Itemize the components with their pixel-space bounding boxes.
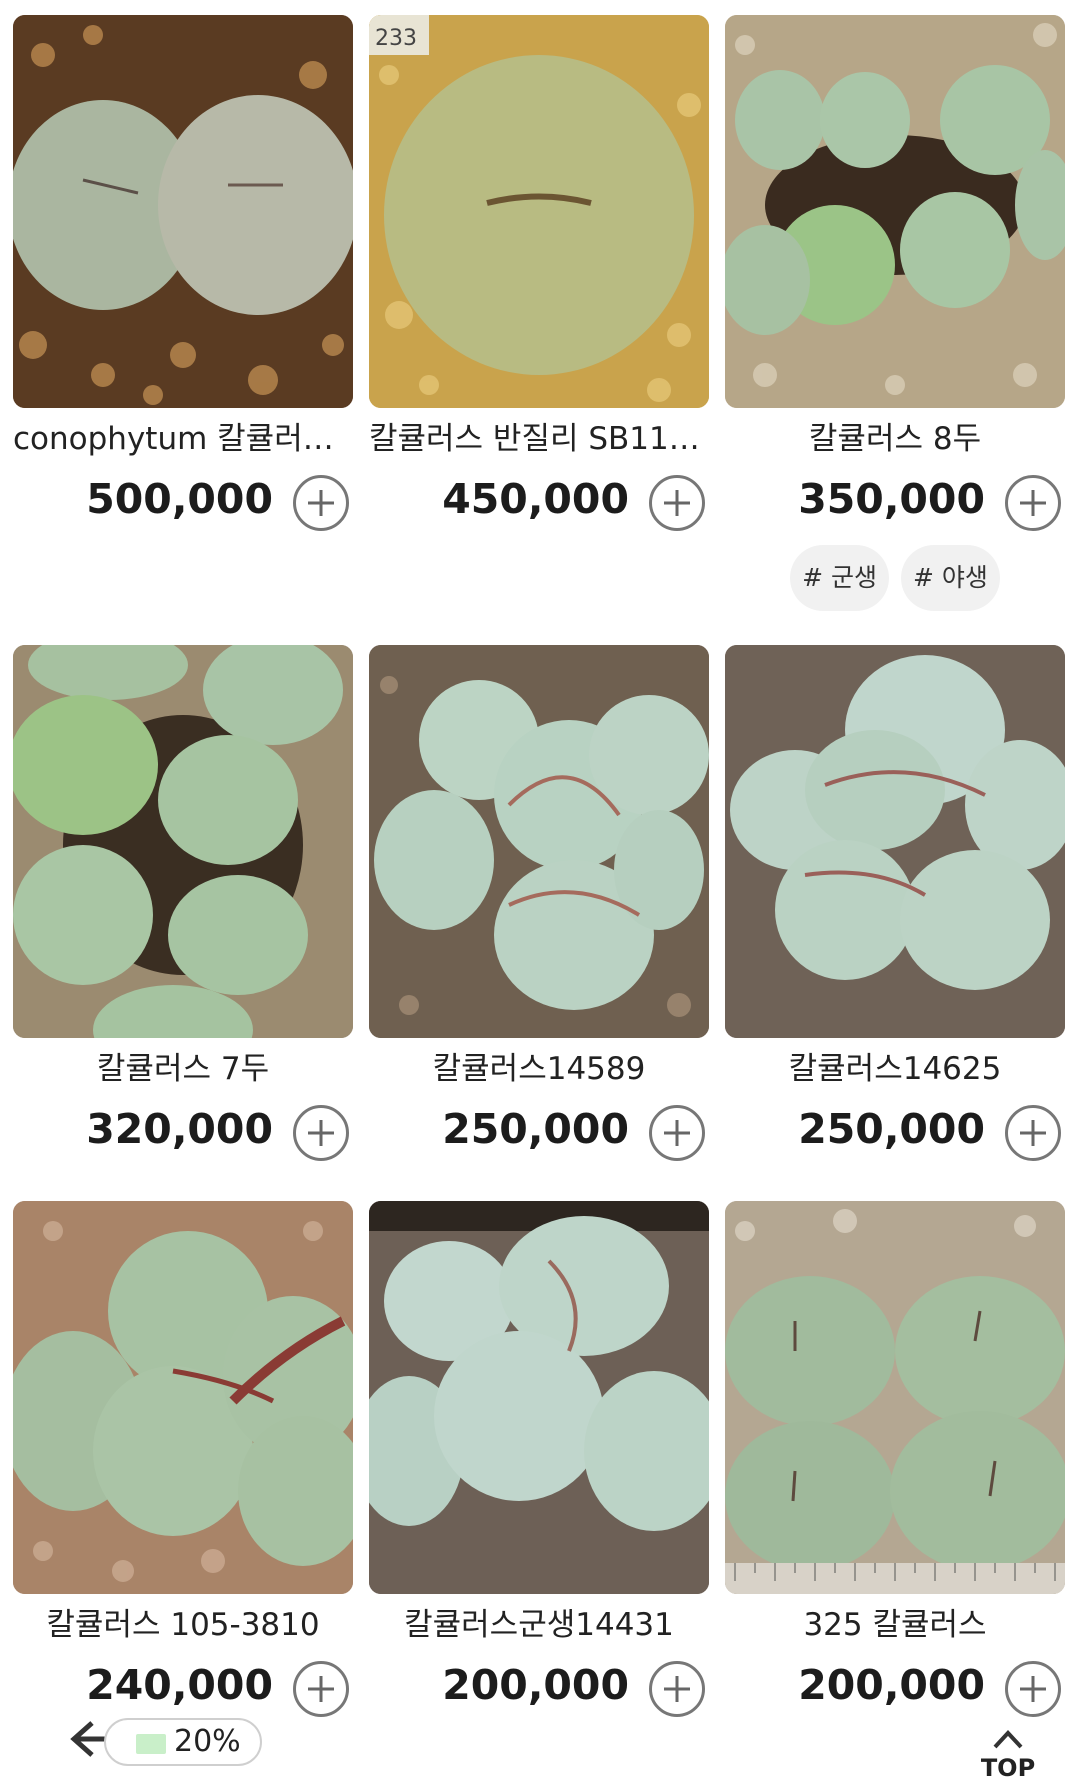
product-image[interactable] [369, 645, 709, 1038]
product-image[interactable] [13, 1201, 353, 1594]
product-card[interactable]: 233 칼큘러스 반질리 SB11… 450,000 [369, 15, 709, 531]
top-label: TOP [980, 1754, 1036, 1782]
product-price: 240,000 [86, 1661, 273, 1709]
product-price: 350,000 [798, 475, 985, 523]
tag-list: # 군생 # 야생 [725, 545, 1065, 611]
product-card[interactable]: conophytum 칼큘러… 500,000 [13, 15, 353, 531]
product-price: 500,000 [86, 475, 273, 523]
product-price: 450,000 [442, 475, 629, 523]
product-card[interactable]: 칼큘러스14589 250,000 [369, 645, 709, 1161]
add-to-cart-plus-icon[interactable] [293, 1661, 349, 1717]
add-to-cart-plus-icon[interactable] [649, 1105, 705, 1161]
chevron-up-icon [993, 1730, 1023, 1749]
product-price: 250,000 [442, 1105, 629, 1153]
image-label-text: 233 [375, 26, 417, 51]
tag-chip[interactable]: # 군생 [790, 545, 889, 611]
product-card[interactable]: 칼큘러스 105-3810 240,000 [13, 1201, 353, 1717]
product-image[interactable] [725, 15, 1065, 408]
product-price: 250,000 [798, 1105, 985, 1153]
product-image[interactable]: 233 [369, 15, 709, 408]
product-image[interactable] [369, 1201, 709, 1594]
product-card[interactable]: 칼큘러스군생14431 200,000 [369, 1201, 709, 1717]
add-to-cart-plus-icon[interactable] [649, 475, 705, 531]
product-price: 200,000 [442, 1661, 629, 1709]
product-name[interactable]: 칼큘러스14625 [725, 1049, 1065, 1089]
add-to-cart-plus-icon[interactable] [649, 1661, 705, 1717]
product-name[interactable]: 칼큘러스 8두 [725, 419, 1065, 459]
product-name[interactable]: conophytum 칼큘러… [13, 419, 353, 459]
progress-text: 20% [174, 1724, 241, 1759]
tag-chip[interactable]: # 야생 [901, 545, 1000, 611]
product-card[interactable]: 칼큘러스 8두 350,000 # 군생 # 야생 [725, 15, 1065, 611]
product-card[interactable]: 칼큘러스 7두 320,000 [13, 645, 353, 1161]
scroll-progress-indicator: 20% [104, 1718, 262, 1766]
add-to-cart-plus-icon[interactable] [293, 1105, 349, 1161]
scroll-to-top-button[interactable]: TOP [978, 1728, 1038, 1786]
add-to-cart-plus-icon[interactable] [293, 475, 349, 531]
product-image[interactable] [13, 645, 353, 1038]
product-card[interactable]: 325 칼큘러스 200,000 [725, 1201, 1065, 1717]
product-name[interactable]: 칼큘러스 반질리 SB11… [369, 419, 709, 459]
product-image[interactable] [725, 645, 1065, 1038]
progress-fill [136, 1734, 166, 1754]
product-name[interactable]: 칼큘러스14589 [369, 1049, 709, 1089]
product-name[interactable]: 칼큘러스 7두 [13, 1049, 353, 1089]
product-image[interactable] [13, 15, 353, 408]
product-price: 200,000 [798, 1661, 985, 1709]
add-to-cart-plus-icon[interactable] [1005, 475, 1061, 531]
add-to-cart-plus-icon[interactable] [1005, 1661, 1061, 1717]
product-name[interactable]: 칼큘러스 105-3810 [13, 1605, 353, 1645]
product-card[interactable]: 칼큘러스14625 250,000 [725, 645, 1065, 1161]
add-to-cart-plus-icon[interactable] [1005, 1105, 1061, 1161]
product-name[interactable]: 325 칼큘러스 [725, 1605, 1065, 1645]
product-price: 320,000 [86, 1105, 273, 1153]
product-image[interactable] [725, 1201, 1065, 1594]
product-name[interactable]: 칼큘러스군생14431 [369, 1605, 709, 1645]
